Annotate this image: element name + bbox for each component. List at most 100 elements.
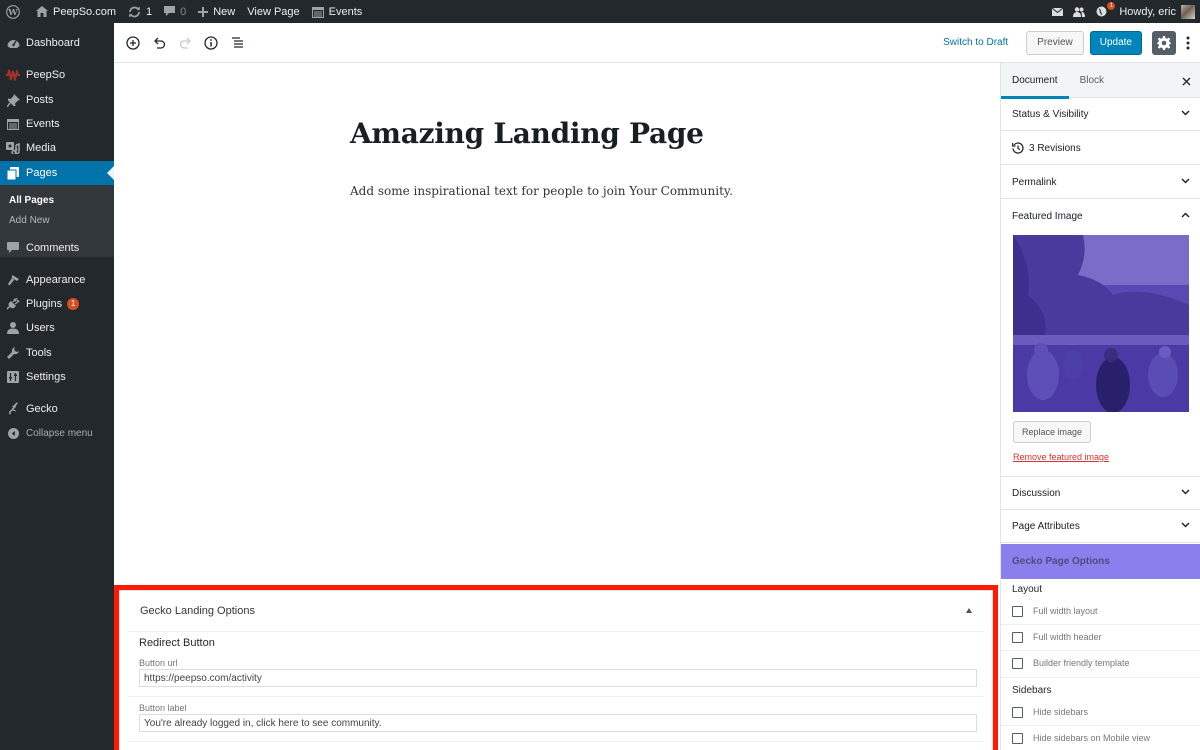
gecko-page-options-header[interactable]: Gecko Page Options xyxy=(1001,544,1200,579)
submenu-all-pages[interactable]: All Pages xyxy=(9,195,54,206)
settings-tabs: Document Block xyxy=(1001,63,1200,99)
replace-image-button[interactable]: Replace image xyxy=(1013,421,1092,443)
panel-revisions[interactable]: 3 Revisions xyxy=(1001,132,1200,165)
undo-icon xyxy=(153,37,165,49)
switch-to-draft-button[interactable]: Switch to Draft xyxy=(943,37,1008,48)
close-icon xyxy=(1182,77,1191,86)
update-button[interactable]: Update xyxy=(1089,30,1142,55)
gecko-landing-options-metabox: Gecko Landing Options Redirect Button Bu… xyxy=(119,590,993,750)
pages-icon xyxy=(0,166,26,180)
updates-count: 1 xyxy=(145,5,153,18)
panel-permalink[interactable]: Permalink xyxy=(1001,166,1200,199)
dashboard-icon xyxy=(0,37,26,49)
friends-button[interactable] xyxy=(1068,0,1090,23)
updates-icon xyxy=(128,6,141,18)
wordpress-logo-button[interactable]: W xyxy=(0,0,30,23)
new-content-link[interactable]: New xyxy=(192,0,241,23)
undo-button[interactable] xyxy=(146,30,172,56)
my-account-link[interactable]: Howdy, eric xyxy=(1113,0,1200,23)
sidebar-item-comments[interactable]: Comments xyxy=(0,236,114,260)
preview-button[interactable]: Preview xyxy=(1026,30,1084,55)
sidebar-item-dashboard[interactable]: Dashboard xyxy=(0,31,114,55)
panel-discussion[interactable]: Discussion xyxy=(1001,476,1200,510)
content-info-button[interactable] xyxy=(198,30,224,56)
info-icon xyxy=(204,35,218,50)
full-width-header-option[interactable]: Full width header xyxy=(1001,624,1200,650)
peepso-icon xyxy=(0,69,26,81)
builder-friendly-template-checkbox[interactable] xyxy=(1012,657,1023,669)
sidebar-item-appearance[interactable]: Appearance xyxy=(0,268,114,292)
tab-document[interactable]: Document xyxy=(1001,63,1069,99)
more-menu-button[interactable] xyxy=(1182,31,1194,55)
media-icon xyxy=(0,142,26,154)
gear-icon xyxy=(1157,35,1171,50)
brush-icon xyxy=(0,274,26,286)
hide-sidebars-checkbox[interactable] xyxy=(1012,706,1023,718)
svg-text:W: W xyxy=(7,7,18,17)
full-width-layout-option[interactable]: Full width layout xyxy=(1001,598,1200,624)
history-icon xyxy=(1012,142,1024,154)
layout-section-title: Layout xyxy=(1012,584,1043,595)
sidebar-item-events[interactable]: Events xyxy=(0,112,114,136)
calendar-icon xyxy=(311,6,324,18)
events-link[interactable]: Events xyxy=(306,0,369,23)
featured-image-photo xyxy=(1013,235,1189,412)
remove-featured-image-link[interactable]: Remove featured image xyxy=(1013,452,1109,462)
hide-sidebars-mobile-option[interactable]: Hide sidebars on Mobile view xyxy=(1001,725,1200,750)
block-navigation-button[interactable] xyxy=(224,30,250,56)
post-title[interactable]: Amazing Landing Page xyxy=(350,117,704,150)
full-width-header-checkbox[interactable] xyxy=(1012,631,1023,643)
sidebar-item-users[interactable]: Users xyxy=(0,316,114,340)
full-width-layout-checkbox[interactable] xyxy=(1012,605,1023,617)
hide-sidebars-option[interactable]: Hide sidebars xyxy=(1001,699,1200,725)
notifications-button[interactable]: 1 xyxy=(1090,0,1116,23)
submenu-add-new[interactable]: Add New xyxy=(9,215,50,226)
sidebar-item-plugins[interactable]: Plugins 1 xyxy=(0,292,114,316)
paragraph-block[interactable]: Add some inspirational text for people t… xyxy=(350,184,733,198)
plus-icon xyxy=(198,6,209,17)
site-name-link[interactable]: PeepSo.com xyxy=(30,0,122,23)
sidebar-item-pages[interactable]: Pages xyxy=(0,161,114,185)
divider xyxy=(1001,677,1200,678)
comments-link[interactable]: 0 xyxy=(158,0,192,23)
site-name: PeepSo.com xyxy=(53,5,116,18)
metabox-title: Gecko Landing Options xyxy=(140,605,255,617)
wordpress-icon: W xyxy=(6,4,20,19)
sidebar-item-settings[interactable]: Settings xyxy=(0,365,114,389)
plugins-update-badge: 1 xyxy=(67,298,80,310)
button-url-label: Button url xyxy=(139,658,178,668)
redo-button[interactable] xyxy=(172,30,198,56)
updates-link[interactable]: 1 xyxy=(122,0,158,23)
tab-block[interactable]: Block xyxy=(1069,63,1115,98)
sidebar-item-media[interactable]: Media xyxy=(0,136,114,160)
divider xyxy=(128,631,984,632)
metabox-header[interactable]: Gecko Landing Options xyxy=(120,591,992,631)
collapse-arrow-icon[interactable] xyxy=(966,608,972,613)
sidebar-item-tools[interactable]: Tools xyxy=(0,341,114,365)
collapse-menu-button[interactable]: Collapse menu xyxy=(0,421,114,445)
panel-page-attributes[interactable]: Page Attributes xyxy=(1001,510,1200,543)
gecko-icon xyxy=(0,402,26,416)
sidebar-item-peepso[interactable]: PeepSo xyxy=(0,63,114,87)
settings-toggle-button[interactable] xyxy=(1152,30,1176,55)
panel-status-visibility[interactable]: Status & Visibility xyxy=(1001,98,1200,131)
add-block-button[interactable] xyxy=(120,30,146,56)
hide-sidebars-mobile-checkbox[interactable] xyxy=(1012,732,1023,744)
view-page-link[interactable]: View Page xyxy=(241,0,305,23)
button-url-input[interactable]: https://peepso.com/activity xyxy=(139,669,977,687)
panel-featured-image[interactable]: Featured Image xyxy=(1001,200,1200,233)
sidebar-item-posts[interactable]: Posts xyxy=(0,88,114,112)
pin-icon xyxy=(0,93,26,107)
chevron-up-icon xyxy=(1181,212,1190,218)
redo-icon xyxy=(179,37,191,49)
messages-button[interactable] xyxy=(1047,0,1068,23)
builder-friendly-template-option[interactable]: Builder friendly template xyxy=(1001,650,1200,676)
settings-icon xyxy=(0,371,26,383)
featured-image[interactable] xyxy=(1013,235,1189,412)
button-label-input[interactable]: You're already logged in, click here to … xyxy=(139,714,977,732)
close-settings-button[interactable] xyxy=(1182,74,1191,89)
sidebar-item-gecko[interactable]: Gecko xyxy=(0,397,114,421)
wrench-icon xyxy=(0,347,26,359)
comments-count: 0 xyxy=(180,5,187,18)
group-title: Redirect Button xyxy=(139,637,215,649)
